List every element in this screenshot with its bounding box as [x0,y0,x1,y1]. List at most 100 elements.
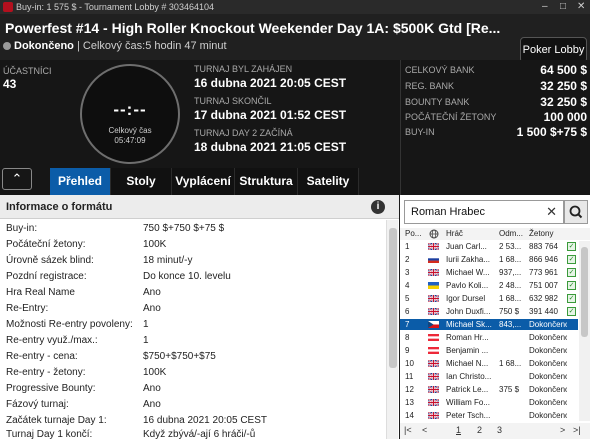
flag-gb-icon [428,243,439,250]
players-pager: |< < 1 2 3 > >| [400,423,590,439]
player-name: Roman Hr... [446,333,489,342]
format-value: Ano [143,303,161,314]
player-position: 12 [405,385,414,394]
page-3[interactable]: 3 [497,425,502,435]
player-chips: Dokončeno [529,411,567,420]
bank-row: CELKOVÝ BANK 64 500 $ [405,62,587,78]
col-chips[interactable]: Žetony [529,229,553,238]
player-row[interactable]: 12 Patrick Le... 375 $ Dokončeno [400,384,578,395]
tournament-status: Dokončeno | Celkový čas:5 hodin 47 minut [3,40,227,52]
player-row[interactable]: 7 Michael Sk... 843,... Dokončeno [400,319,578,330]
flag-gb-icon [428,295,439,302]
col-player[interactable]: Hráč [446,229,463,238]
format-row: Re-entry - cena: $750+$750+$75 [0,349,385,365]
players-scrollbar[interactable] [579,241,590,421]
player-row[interactable]: 14 Peter Tsch... Dokončeno [400,410,578,421]
player-row[interactable]: 6 John Duxfi... 750 $ 391 440 ✓ [400,306,578,317]
scrollbar-thumb[interactable] [389,228,397,368]
format-key: Re-entry - cena: [6,351,78,362]
page-2[interactable]: 2 [477,425,482,435]
started-value: 16 dubna 2021 20:05 CEST [194,76,347,90]
player-chips: 751 007 [529,281,558,290]
bank-row: REG. BANK 32 250 $ [405,78,587,94]
player-search-input[interactable]: Roman Hrabec ✕ [404,200,564,224]
player-name: William Fo... [446,398,490,407]
player-row[interactable]: 8 Roman Hr... Dokončeno [400,332,578,343]
minimize-button[interactable]: – [542,0,548,14]
format-key: Pozdní registrace: [6,271,87,282]
player-row[interactable]: 2 Iurii Zakha... 1 68... 866 946 ✓ [400,254,578,265]
player-winnings: 1 68... [499,294,522,303]
search-value: Roman Hrabec [411,206,485,218]
player-chips: Dokončeno [529,346,567,355]
clock-time: 05:47:09 [114,136,146,145]
next-page-button[interactable]: > [560,425,565,435]
bank-row: BOUNTY BANK 32 250 $ [405,94,587,110]
player-chips: Dokončeno [529,333,567,342]
player-winnings: 1 68... [499,255,522,264]
player-position: 8 [405,333,410,342]
flag-gb-icon [428,308,439,315]
last-page-button[interactable]: >| [573,425,581,435]
collapse-button[interactable]: ⌃ [2,168,32,190]
col-position[interactable]: Po... [405,229,421,238]
search-button[interactable] [564,200,588,224]
check-icon: ✓ [567,294,576,303]
tournament-clock: --:-- Celkový čas 05:47:09 [80,64,180,164]
tournament-header: Powerfest #14 - High Roller Knockout Wee… [0,14,590,63]
format-row: Pozdní registrace: Do konce 10. levelu [0,269,385,285]
player-row[interactable]: 13 William Fo... Dokončeno [400,397,578,408]
flag-ru-icon [428,256,439,263]
format-key: Úrovně sázek blind: [6,255,94,266]
tab-overview[interactable]: Přehled [50,168,111,195]
clock-label: Celkový čas [108,126,152,135]
player-row[interactable]: 5 Igor Dursel 1 68... 632 982 ✓ [400,293,578,304]
player-name: Michael N... [446,359,489,368]
player-row[interactable]: 11 Ian Christo... Dokončeno [400,371,578,382]
tab-payouts[interactable]: Vyplácení [172,168,235,195]
player-chips: 883 764 [529,242,558,251]
info-icon[interactable]: i [371,200,385,214]
player-row[interactable]: 1 Juan Carl... 2 53... 883 764 ✓ [400,241,578,252]
format-scrollbar[interactable] [386,220,398,439]
col-winnings[interactable]: Odm... [499,229,523,238]
page-1[interactable]: 1 [456,425,461,435]
status-dot-icon [3,42,11,50]
pokerstars-logo-icon [3,2,13,12]
flag-cz-icon [428,321,439,328]
player-row[interactable]: 9 Benjamin ... Dokončeno [400,345,578,356]
clear-search-icon[interactable]: ✕ [546,201,557,223]
format-key: Re-entry využ./max.: [6,335,98,346]
participants-count: 43 [3,77,17,91]
prev-page-button[interactable]: < [422,425,427,435]
format-key: Fázový turnaj: [6,399,69,410]
status-text: Dokončeno [14,40,74,52]
format-value: Ano [143,399,161,410]
tab-satellites[interactable]: Satelity [298,168,359,195]
first-page-button[interactable]: |< [404,425,412,435]
player-winnings: 843,... [499,320,522,329]
player-position: 9 [405,346,410,355]
player-name: Juan Carl... [446,242,487,251]
tab-structure[interactable]: Struktura [235,168,298,195]
format-key: Re-entry - žetony: [6,367,86,378]
scrollbar-thumb[interactable] [581,247,588,337]
tab-tables[interactable]: Stoly [111,168,172,195]
bank-value: 100 000 [543,110,587,124]
bank-label: BOUNTY BANK [405,97,470,107]
player-row[interactable]: 3 Michael W... 937,... 773 961 ✓ [400,267,578,278]
window-titlebar: Buy-in: 1 575 $ - Tournament Lobby # 303… [0,0,590,14]
bank-row: BUY-IN 1 500 $+75 $ [405,124,587,140]
player-chips: 866 946 [529,255,558,264]
format-value: 750 $+750 $+75 $ [143,223,225,234]
started-label: TURNAJ BYL ZAHÁJEN [194,64,293,74]
player-row[interactable]: 10 Michael N... 1 68... Dokončeno [400,358,578,369]
maximize-button[interactable]: □ [560,0,566,14]
player-name: Peter Tsch... [446,411,491,420]
check-icon: ✓ [567,242,576,251]
close-window-button[interactable]: ✕ [577,0,585,14]
format-value: $750+$750+$75 [143,351,216,362]
player-position: 2 [405,255,410,264]
player-row[interactable]: 4 Pavlo Koli... 2 48... 751 007 ✓ [400,280,578,291]
bank-value: 1 500 $+75 $ [516,125,587,139]
